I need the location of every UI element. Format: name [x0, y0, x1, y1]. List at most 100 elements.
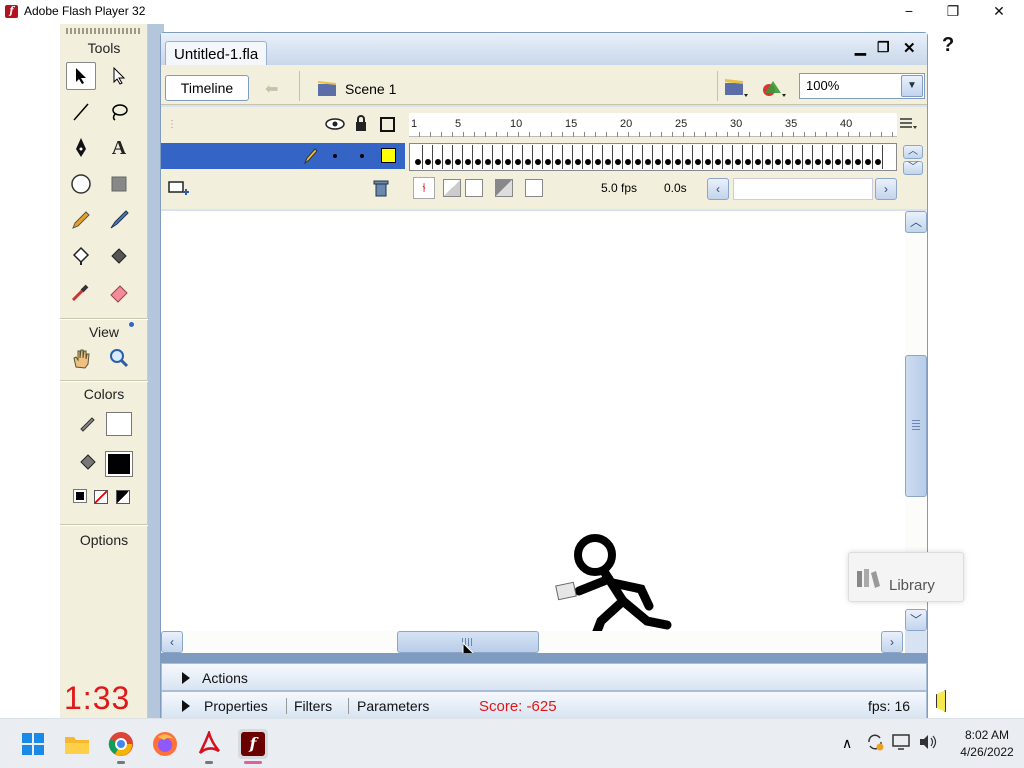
- lock-dot-icon[interactable]: [360, 154, 364, 158]
- close-button[interactable]: ✕: [976, 0, 1022, 24]
- scroll-left-icon[interactable]: ‹: [161, 631, 183, 653]
- keyframe-cell[interactable]: [533, 145, 543, 169]
- eye-icon[interactable]: [325, 117, 345, 134]
- tab-parameters[interactable]: Parameters: [357, 698, 429, 714]
- keyframe-cell[interactable]: [523, 145, 533, 169]
- selection-tool-icon[interactable]: [66, 62, 96, 90]
- keyframe-cell[interactable]: [873, 145, 883, 169]
- adobe-flash-icon[interactable]: f: [238, 729, 268, 759]
- actions-label[interactable]: Actions: [202, 670, 248, 686]
- keyframe-cell[interactable]: [613, 145, 623, 169]
- timeline-button[interactable]: Timeline: [165, 75, 249, 101]
- stage-vscroll-thumb[interactable]: [905, 355, 927, 497]
- edit-multiple-frames-icon[interactable]: [495, 179, 513, 197]
- chevron-up-icon[interactable]: ︿: [903, 145, 923, 159]
- scroll-right-icon[interactable]: ›: [875, 178, 897, 200]
- doc-close-button[interactable]: ✕: [903, 39, 916, 57]
- frame-ruler[interactable]: 1 5 10 15 20 25 30 35 40: [409, 113, 897, 137]
- modify-onion-markers-icon[interactable]: [525, 179, 543, 197]
- keyframe-cell[interactable]: [493, 145, 503, 169]
- help-button[interactable]: ?: [942, 34, 954, 57]
- keyframe-cell[interactable]: [803, 145, 813, 169]
- no-color-icon[interactable]: [94, 490, 108, 504]
- windows-start-icon[interactable]: [18, 729, 48, 759]
- clock-time[interactable]: 8:02 AM: [950, 728, 1024, 742]
- text-tool-icon[interactable]: A: [104, 134, 134, 162]
- scroll-right-icon[interactable]: ›: [881, 631, 903, 653]
- keyframe-cell[interactable]: [843, 145, 853, 169]
- fill-color-swatch[interactable]: [105, 451, 133, 477]
- keyframe-cell[interactable]: [833, 145, 843, 169]
- doc-restore-button[interactable]: ❐: [877, 39, 890, 56]
- chevron-down-icon[interactable]: ▼: [901, 75, 923, 97]
- keyframe-cell[interactable]: [583, 145, 593, 169]
- eyedropper-tool-icon[interactable]: [66, 278, 96, 306]
- grip-icon[interactable]: [66, 28, 142, 34]
- trash-icon[interactable]: [373, 179, 389, 200]
- keyframe-cell[interactable]: [643, 145, 653, 169]
- edit-scene-icon[interactable]: [723, 77, 749, 102]
- restore-button[interactable]: ❐: [930, 0, 976, 24]
- back-arrow-icon[interactable]: ⬅: [265, 79, 278, 99]
- stroke-color-swatch[interactable]: [106, 412, 132, 436]
- actions-panel-bar[interactable]: Actions: [161, 663, 927, 691]
- outline-icon[interactable]: [380, 117, 395, 132]
- tray-expand-icon[interactable]: ∧: [842, 735, 852, 752]
- side-handle-icon[interactable]: [936, 690, 946, 712]
- grip-icon[interactable]: ⋮: [167, 119, 177, 130]
- black-white-icon[interactable]: [73, 489, 87, 503]
- frames-strip[interactable]: [409, 143, 897, 171]
- tab-filters[interactable]: Filters: [294, 698, 332, 714]
- keyframe-cell[interactable]: [713, 145, 723, 169]
- keyframe-cell[interactable]: [773, 145, 783, 169]
- layer-color-swatch[interactable]: [381, 148, 396, 163]
- volume-icon[interactable]: [918, 734, 938, 753]
- keyframe-cell[interactable]: [813, 145, 823, 169]
- eraser-tool-icon[interactable]: [104, 278, 134, 306]
- keyframe-cell[interactable]: [823, 145, 833, 169]
- keyframe-cell[interactable]: [753, 145, 763, 169]
- keyframe-cell[interactable]: [763, 145, 773, 169]
- expand-arrow-icon[interactable]: [182, 672, 190, 684]
- layer-row[interactable]: [161, 143, 405, 169]
- keyframe-cell[interactable]: [723, 145, 733, 169]
- oval-tool-icon[interactable]: [66, 170, 96, 198]
- edit-symbols-icon[interactable]: [761, 77, 787, 102]
- zoom-select[interactable]: 100% ▼: [799, 73, 925, 99]
- keyframe-cell[interactable]: [463, 145, 473, 169]
- keyframe-cell[interactable]: [853, 145, 863, 169]
- chevron-down-icon[interactable]: ﹀: [903, 161, 923, 175]
- keyframe-cell[interactable]: [573, 145, 583, 169]
- zoom-tool-icon[interactable]: [104, 344, 134, 372]
- brush-tool-icon[interactable]: [104, 206, 134, 234]
- properties-panel-bar[interactable]: Properties Filters Parameters Score: -62…: [161, 691, 927, 719]
- keyframe-cell[interactable]: [553, 145, 563, 169]
- chevron-up-icon[interactable]: ︿: [905, 211, 927, 233]
- chrome-icon[interactable]: [106, 729, 136, 759]
- line-tool-icon[interactable]: [66, 98, 96, 126]
- keyframe-cell[interactable]: [743, 145, 753, 169]
- timeline-menu-icon[interactable]: [899, 117, 917, 134]
- lock-icon[interactable]: [354, 115, 368, 135]
- network-icon[interactable]: [892, 734, 912, 753]
- pencil-tool-icon[interactable]: [66, 206, 96, 234]
- onion-skin-icon[interactable]: [443, 179, 461, 197]
- keyframe-cell[interactable]: [453, 145, 463, 169]
- keyframe-cell[interactable]: [513, 145, 523, 169]
- firefox-icon[interactable]: [150, 729, 180, 759]
- document-tab[interactable]: Untitled-1.fla: [165, 41, 268, 65]
- keyframe-cell[interactable]: [733, 145, 743, 169]
- scroll-left-icon[interactable]: ‹: [707, 178, 729, 200]
- file-explorer-icon[interactable]: [62, 729, 92, 759]
- timeline-hscroll[interactable]: [733, 178, 873, 200]
- keyframe-cell[interactable]: [433, 145, 443, 169]
- clock-date[interactable]: 4/26/2022: [950, 745, 1024, 759]
- keyframe-cell[interactable]: [663, 145, 673, 169]
- paint-bucket-tool-icon[interactable]: [104, 242, 134, 270]
- tab-properties[interactable]: Properties: [204, 698, 268, 714]
- keyframe-cell[interactable]: [443, 145, 453, 169]
- hand-tool-icon[interactable]: [66, 344, 96, 372]
- keyframe-cell[interactable]: [863, 145, 873, 169]
- subselection-tool-icon[interactable]: [104, 62, 134, 90]
- keyframe-cell[interactable]: [593, 145, 603, 169]
